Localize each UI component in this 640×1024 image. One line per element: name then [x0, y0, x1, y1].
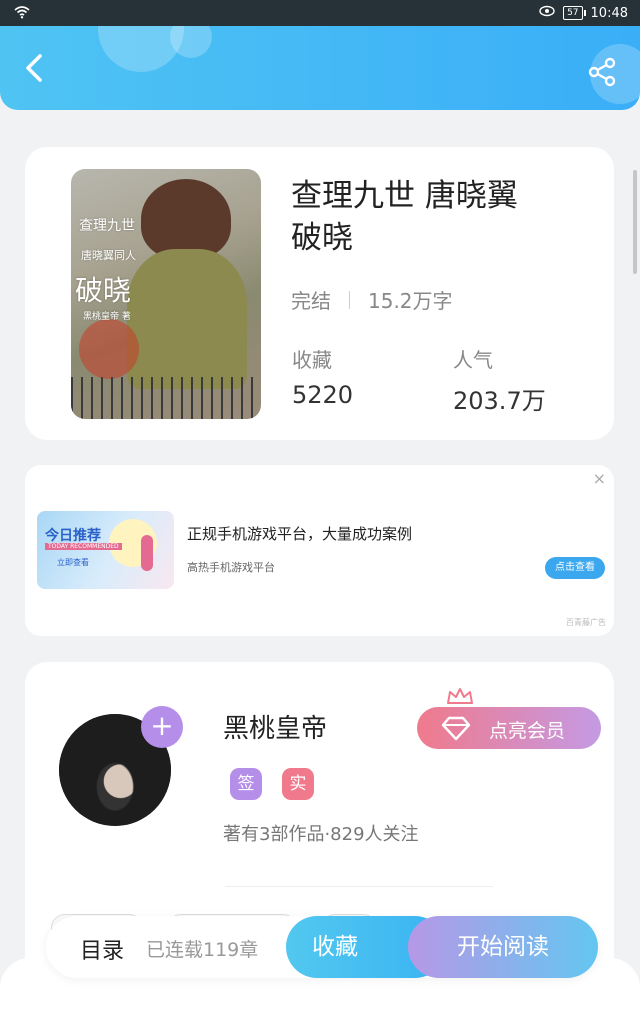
book-word-count: 15.2万字: [368, 289, 453, 313]
ad-card[interactable]: × 今日推荐 TODAY RECOMMENDED 立即查看 正规手机游戏平台，大…: [25, 465, 614, 636]
close-ad-button[interactable]: ×: [593, 469, 606, 488]
wifi-icon: [14, 5, 30, 23]
book-info-card: 查理九世 唐晓翼同人 破晓 黑桃皇帝 著 查理九世 唐晓翼 破晓 完结 15.2…: [25, 147, 614, 440]
ad-subtitle: 高热手机游戏平台: [187, 561, 275, 574]
start-reading-button[interactable]: 开始阅读: [408, 916, 598, 978]
ad-view-button[interactable]: 点击查看: [545, 557, 605, 579]
ad-image-subtitle: TODAY RECOMMENDED: [45, 543, 122, 550]
cover-text-title: 破晓: [75, 274, 132, 307]
battery-icon: 57: [563, 6, 587, 20]
vip-label: 点亮会员: [489, 720, 566, 742]
cover-text-series: 查理九世: [79, 218, 135, 234]
book-meta: 完结 15.2万字: [291, 285, 453, 314]
cover-text-author: 黑桃皇帝 著: [83, 312, 131, 322]
chapter-count: 已连载119章: [146, 939, 259, 961]
diamond-icon: [441, 716, 471, 741]
bottom-action-bar: 目录 已连载119章 收藏 开始阅读: [46, 916, 598, 978]
chevron-left-icon: [26, 54, 42, 82]
scrollbar[interactable]: [633, 170, 637, 274]
ad-image-title: 今日推荐: [45, 528, 101, 544]
header-bar: [0, 26, 640, 110]
verified-badge: 实: [282, 768, 314, 800]
fav-label: 收藏: [292, 348, 332, 372]
catalog-button[interactable]: 目录: [80, 933, 124, 965]
author-name[interactable]: 黑桃皇帝: [223, 708, 327, 745]
book-title: 查理九世 唐晓翼 破晓: [291, 178, 518, 256]
book-status: 完结: [291, 289, 331, 313]
vip-button[interactable]: 点亮会员: [417, 707, 601, 749]
fav-count: 5220: [292, 381, 354, 409]
ad-tag: 百青藤广告: [566, 618, 606, 627]
girl-shape: [141, 535, 153, 571]
ad-title: 正规手机游戏平台，大量成功案例: [187, 525, 413, 543]
popularity-value: 203.7万: [453, 387, 546, 415]
crown-icon: [447, 688, 473, 704]
clock: 10:48: [590, 5, 628, 21]
author-stats: 著有3部作品·829人关注: [223, 824, 419, 845]
divider: [225, 886, 493, 887]
signed-badge: 签: [230, 768, 262, 800]
status-bar: 57 10:48: [0, 0, 640, 26]
ad-image-cta: 立即查看: [57, 558, 89, 567]
book-cover[interactable]: 查理九世 唐晓翼同人 破晓 黑桃皇帝 著: [71, 169, 261, 419]
back-button[interactable]: [18, 48, 52, 88]
share-button[interactable]: [586, 56, 618, 88]
meta-divider: [349, 290, 350, 309]
share-icon: [588, 57, 616, 87]
ad-image[interactable]: 今日推荐 TODAY RECOMMENDED 立即查看: [37, 511, 174, 589]
cover-text-subtitle: 唐晓翼同人: [81, 249, 136, 262]
popularity-label: 人气: [453, 348, 493, 372]
eye-icon: [539, 5, 555, 21]
follow-button[interactable]: +: [141, 706, 183, 748]
